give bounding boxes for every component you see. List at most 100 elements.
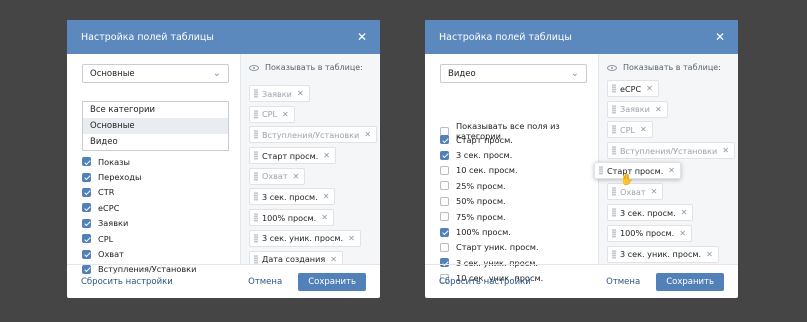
field-chip[interactable]: Охват ✕ bbox=[607, 183, 664, 201]
field-checkbox-row[interactable]: CPL bbox=[82, 231, 196, 246]
field-chip[interactable]: 3 сек. просм. ✕ bbox=[607, 204, 694, 222]
checkbox[interactable] bbox=[82, 157, 91, 167]
drag-handle-icon[interactable] bbox=[612, 249, 616, 259]
remove-icon[interactable]: ✕ bbox=[651, 187, 658, 196]
dropdown-option[interactable]: Видео bbox=[83, 134, 228, 150]
checkbox[interactable] bbox=[82, 203, 91, 213]
field-checkbox-row[interactable]: 3 сек. просм. bbox=[440, 147, 543, 162]
checkbox[interactable] bbox=[440, 212, 449, 222]
remove-icon[interactable]: ✕ bbox=[364, 130, 371, 139]
checkbox[interactable] bbox=[440, 227, 449, 237]
drag-handle-icon[interactable] bbox=[254, 233, 258, 243]
field-checkbox-row[interactable]: Переходы bbox=[82, 169, 196, 184]
drag-handle-icon[interactable] bbox=[612, 187, 616, 197]
remove-icon[interactable]: ✕ bbox=[321, 213, 328, 222]
checkbox[interactable] bbox=[440, 135, 449, 145]
reset-settings-link[interactable]: Сбросить настройки bbox=[81, 277, 173, 287]
dropdown-option[interactable]: Все категории bbox=[83, 102, 228, 118]
field-chip[interactable]: 100% просм. ✕ bbox=[249, 209, 334, 227]
remove-icon[interactable]: ✕ bbox=[330, 255, 337, 264]
save-button[interactable]: Сохранить bbox=[656, 272, 724, 291]
field-chip[interactable]: 3 сек. просм. ✕ bbox=[249, 188, 336, 206]
checkbox-label: 100% просм. bbox=[456, 227, 511, 238]
category-select[interactable]: Основные ⌄ bbox=[82, 64, 229, 83]
category-select[interactable]: Видео ⌄ bbox=[440, 64, 587, 83]
dropdown-option[interactable]: Основные bbox=[83, 118, 228, 134]
checkbox[interactable] bbox=[440, 196, 449, 206]
field-chip[interactable]: Старт просм. ✕ bbox=[249, 147, 336, 165]
field-checkbox-row[interactable]: Старт просм. bbox=[440, 132, 543, 147]
cancel-button[interactable]: Отмена bbox=[248, 277, 282, 287]
field-checkbox-row[interactable]: 10 сек. просм. bbox=[440, 163, 543, 178]
field-chip[interactable]: CPL ✕ bbox=[607, 121, 653, 139]
remove-icon[interactable]: ✕ bbox=[323, 151, 330, 160]
close-icon[interactable]: ✕ bbox=[357, 31, 367, 43]
checkbox[interactable] bbox=[82, 218, 91, 228]
field-checkbox-row[interactable]: 75% просм. bbox=[440, 209, 543, 224]
field-chip[interactable]: 3 сек. уник. просм. ✕ bbox=[607, 245, 719, 263]
field-chip[interactable]: Заявки ✕ bbox=[249, 85, 310, 102]
checkbox[interactable] bbox=[440, 242, 449, 252]
drag-handle-icon[interactable] bbox=[254, 192, 258, 202]
drag-handle-icon[interactable] bbox=[612, 125, 616, 135]
remove-icon[interactable]: ✕ bbox=[282, 110, 289, 119]
field-chip[interactable]: 100% просм. ✕ bbox=[607, 224, 692, 242]
drag-handle-icon[interactable] bbox=[254, 254, 258, 264]
field-checkbox-row[interactable]: eCPC bbox=[82, 200, 196, 215]
drag-handle-icon[interactable] bbox=[612, 146, 616, 156]
checkbox[interactable] bbox=[82, 249, 91, 259]
remove-icon[interactable]: ✕ bbox=[297, 89, 304, 98]
field-chip[interactable]: Охват ✕ bbox=[249, 167, 306, 185]
field-chip[interactable]: Вступления/Установки ✕ bbox=[249, 126, 378, 144]
remove-icon[interactable]: ✕ bbox=[323, 192, 330, 201]
checkbox[interactable] bbox=[440, 165, 449, 175]
drag-handle-icon[interactable] bbox=[254, 151, 258, 161]
drag-handle-icon[interactable] bbox=[254, 109, 258, 119]
drag-handle-icon[interactable] bbox=[254, 171, 258, 181]
remove-icon[interactable]: ✕ bbox=[679, 229, 686, 238]
field-chip[interactable]: CPL ✕ bbox=[249, 105, 295, 123]
drag-handle-icon[interactable] bbox=[599, 166, 603, 175]
field-chip[interactable]: 3 сек. уник. просм. ✕ bbox=[249, 229, 361, 247]
field-checkbox-row[interactable]: 25% просм. bbox=[440, 178, 543, 193]
field-chip[interactable]: Заявки ✕ bbox=[607, 100, 668, 118]
remove-icon[interactable]: ✕ bbox=[640, 125, 647, 134]
remove-icon[interactable]: ✕ bbox=[706, 250, 713, 259]
close-icon[interactable]: ✕ bbox=[715, 31, 725, 43]
field-checkbox-row[interactable]: CTR bbox=[82, 185, 196, 200]
drag-handle-icon[interactable] bbox=[254, 89, 258, 98]
drag-handle-icon[interactable] bbox=[612, 228, 616, 238]
remove-icon[interactable]: ✕ bbox=[655, 105, 662, 114]
remove-icon[interactable]: ✕ bbox=[348, 234, 355, 243]
remove-icon[interactable]: ✕ bbox=[722, 146, 729, 155]
chip-label: CPL bbox=[620, 124, 636, 135]
remove-icon[interactable]: ✕ bbox=[681, 208, 688, 217]
checkbox[interactable] bbox=[82, 172, 91, 182]
field-checkbox-row[interactable]: 50% просм. bbox=[440, 194, 543, 209]
checkbox[interactable] bbox=[440, 150, 449, 160]
checkbox[interactable] bbox=[82, 234, 91, 244]
checkbox[interactable] bbox=[82, 187, 91, 197]
field-chip[interactable]: Вступления/Установки ✕ bbox=[607, 142, 736, 160]
field-checkbox-row[interactable]: Показы bbox=[82, 154, 196, 169]
drag-handle-icon[interactable] bbox=[254, 213, 258, 223]
checkbox[interactable] bbox=[440, 181, 449, 191]
save-button[interactable]: Сохранить bbox=[298, 272, 366, 291]
drag-handle-icon[interactable] bbox=[612, 104, 616, 114]
grab-cursor-icon: ✋ bbox=[620, 173, 634, 186]
remove-icon[interactable]: ✕ bbox=[646, 84, 653, 93]
field-checkbox-row[interactable]: Охват bbox=[82, 246, 196, 261]
reset-settings-link[interactable]: Сбросить настройки bbox=[439, 277, 531, 287]
field-checkbox-row[interactable]: 100% просм. bbox=[440, 224, 543, 239]
remove-icon[interactable]: ✕ bbox=[293, 172, 300, 181]
field-checkbox-row[interactable]: Старт уник. просм. bbox=[440, 240, 543, 255]
field-checkbox-row[interactable]: Заявки bbox=[82, 216, 196, 231]
drag-handle-icon[interactable] bbox=[612, 208, 616, 218]
remove-icon[interactable]: ✕ bbox=[668, 166, 675, 175]
drag-handle-icon[interactable] bbox=[612, 84, 616, 93]
field-chip[interactable]: eCPC ✕ bbox=[607, 80, 659, 97]
field-chip[interactable]: Дата создания ✕ bbox=[249, 250, 343, 264]
cancel-button[interactable]: Отмена bbox=[606, 277, 640, 287]
drag-handle-icon[interactable] bbox=[254, 130, 258, 140]
dragging-field-chip[interactable]: Старт просм. ✕ bbox=[594, 162, 681, 179]
